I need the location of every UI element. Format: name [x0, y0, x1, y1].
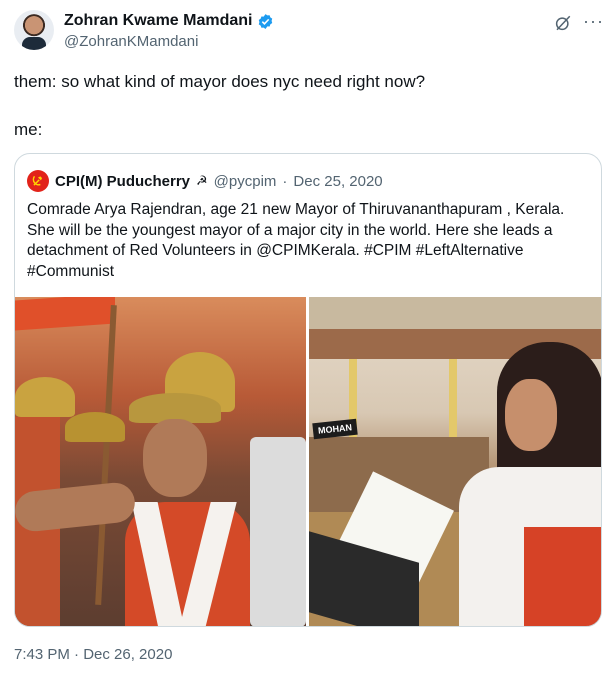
- quoted-media: MOHAN: [15, 297, 601, 626]
- quoted-tweet-header: CPI(M) Puducherry ☭ @pycpim · Dec 25, 20…: [27, 170, 383, 192]
- quoted-tweet[interactable]: CPI(M) Puducherry ☭ @pycpim · Dec 25, 20…: [14, 153, 602, 627]
- author-name-row: Zohran Kwame Mamdani: [64, 12, 274, 30]
- quoted-text-line: #Communist: [27, 262, 114, 280]
- photo-mayor-reading[interactable]: MOHAN: [309, 297, 601, 626]
- quoted-tweet-text: Comrade Arya Rajendran, age 21 new Mayor…: [27, 200, 593, 282]
- name-plate-text: MOHAN: [317, 422, 353, 436]
- quoted-text-line: She will be the youngest mayor of a majo…: [27, 221, 553, 239]
- quoted-text-line: Comrade Arya Rajendran, age 21 new Mayor…: [27, 201, 565, 218]
- more-options-icon[interactable]: ···: [583, 12, 604, 30]
- author-display-name[interactable]: Zohran Kwame Mamdani: [64, 12, 252, 30]
- verified-badge-icon: [259, 13, 273, 29]
- tweet-text-line-1: them: so what kind of mayor does nyc nee…: [14, 72, 426, 91]
- tweet-text-line-2: me:: [14, 120, 43, 139]
- quoted-author-name[interactable]: CPI(M) Puducherry: [55, 173, 190, 190]
- hammer-sickle-icon: [32, 175, 43, 186]
- quoted-text-line: detachment of Red Volunteers in @CPIMKer…: [27, 242, 524, 259]
- tweet-header: Zohran Kwame Mamdani @ZohranKMamdani ···: [14, 10, 604, 56]
- photo-red-volunteers[interactable]: [15, 297, 306, 626]
- author-avatar[interactable]: [14, 10, 54, 50]
- quoted-separator: ·: [282, 172, 288, 190]
- grok-icon[interactable]: [554, 14, 572, 32]
- tweet-timestamp[interactable]: 7:43 PM · Dec 26, 2020: [14, 646, 172, 663]
- quoted-author-avatar[interactable]: [27, 170, 49, 192]
- quoted-date[interactable]: Dec 25, 2020: [293, 173, 382, 190]
- quoted-author-handle[interactable]: @pycpim: [214, 173, 277, 190]
- author-handle[interactable]: @ZohranKMamdani: [64, 33, 198, 50]
- quoted-name-symbol: ☭: [196, 173, 208, 188]
